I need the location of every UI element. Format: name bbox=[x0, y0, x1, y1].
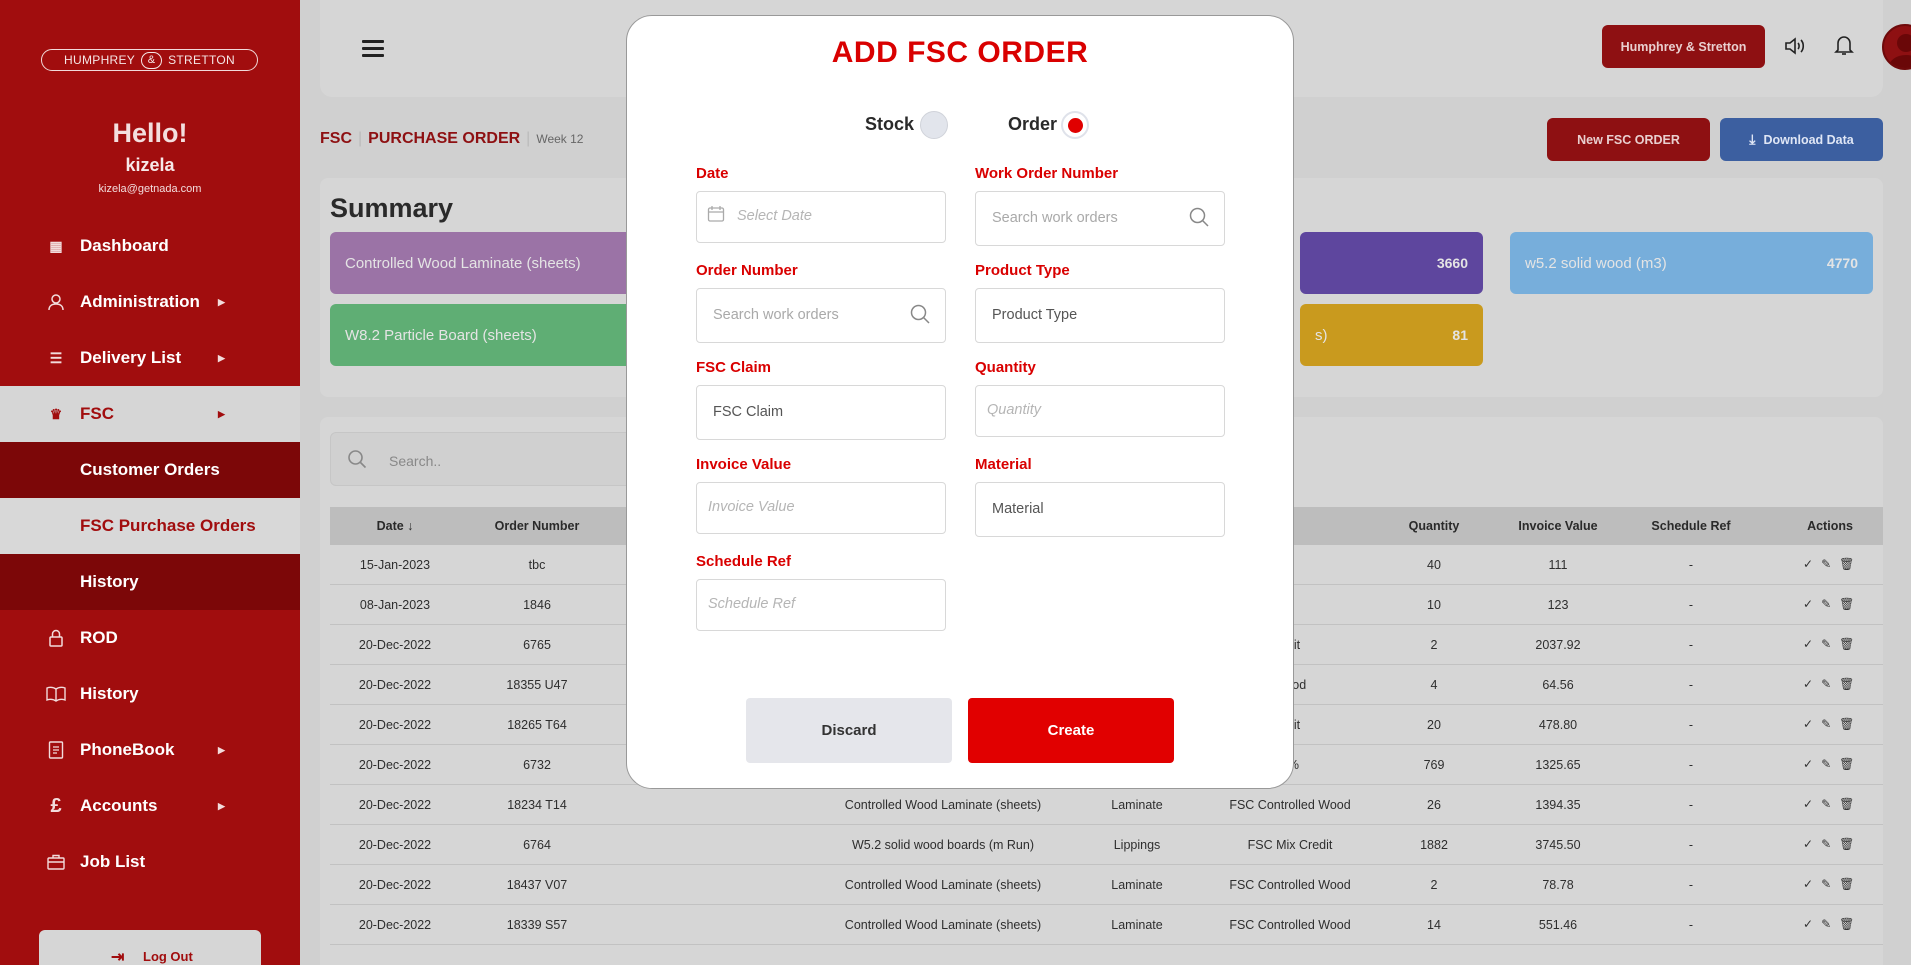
quantity-field[interactable]: Quantity bbox=[975, 385, 1225, 437]
schedule-ref-label: Schedule Ref bbox=[696, 553, 792, 570]
order-number-label: Order Number bbox=[696, 262, 798, 279]
calendar-icon bbox=[707, 205, 725, 228]
date-field[interactable]: Select Date bbox=[696, 191, 946, 243]
product-type-label: Product Type bbox=[975, 262, 1070, 279]
schedule-ref-placeholder: Schedule Ref bbox=[708, 596, 796, 612]
material-select[interactable]: Material bbox=[975, 482, 1225, 537]
radio-stock[interactable] bbox=[920, 111, 948, 139]
material-value: Material bbox=[992, 501, 1044, 517]
invoice-value-field[interactable]: Invoice Value bbox=[696, 482, 946, 534]
material-label: Material bbox=[975, 456, 1032, 473]
fsc-claim-select[interactable]: FSC Claim bbox=[696, 385, 946, 440]
work-order-label: Work Order Number bbox=[975, 165, 1119, 182]
work-order-placeholder: Search work orders bbox=[992, 210, 1118, 226]
invoice-value-label: Invoice Value bbox=[696, 456, 792, 473]
radio-order-label[interactable]: Order bbox=[1008, 114, 1057, 135]
search-icon bbox=[1188, 206, 1210, 234]
search-icon bbox=[909, 303, 931, 331]
create-button[interactable]: Create bbox=[968, 698, 1174, 763]
app-root: HUMPHREY & STRETTON Hello! kizela kizela… bbox=[0, 0, 1911, 965]
work-order-search-field[interactable]: Search work orders bbox=[975, 191, 1225, 246]
date-label: Date bbox=[696, 165, 729, 182]
quantity-placeholder: Quantity bbox=[987, 402, 1041, 418]
radio-order[interactable] bbox=[1061, 111, 1089, 139]
product-type-select[interactable]: Product Type bbox=[975, 288, 1225, 343]
discard-button[interactable]: Discard bbox=[746, 698, 952, 763]
fsc-claim-label: FSC Claim bbox=[696, 359, 772, 376]
invoice-value-placeholder: Invoice Value bbox=[708, 499, 795, 515]
fsc-claim-value: FSC Claim bbox=[713, 404, 784, 420]
modal-title: ADD FSC ORDER bbox=[831, 36, 1089, 69]
add-fsc-order-modal: ADD FSC ORDER Stock Order Date Select Da… bbox=[626, 15, 1294, 789]
order-number-placeholder: Search work orders bbox=[713, 307, 839, 323]
radio-stock-label[interactable]: Stock bbox=[865, 114, 914, 135]
date-placeholder: Select Date bbox=[737, 208, 812, 224]
order-number-search-field[interactable]: Search work orders bbox=[696, 288, 946, 343]
quantity-label: Quantity bbox=[975, 359, 1036, 376]
schedule-ref-field[interactable]: Schedule Ref bbox=[696, 579, 946, 631]
product-type-value: Product Type bbox=[992, 307, 1078, 323]
